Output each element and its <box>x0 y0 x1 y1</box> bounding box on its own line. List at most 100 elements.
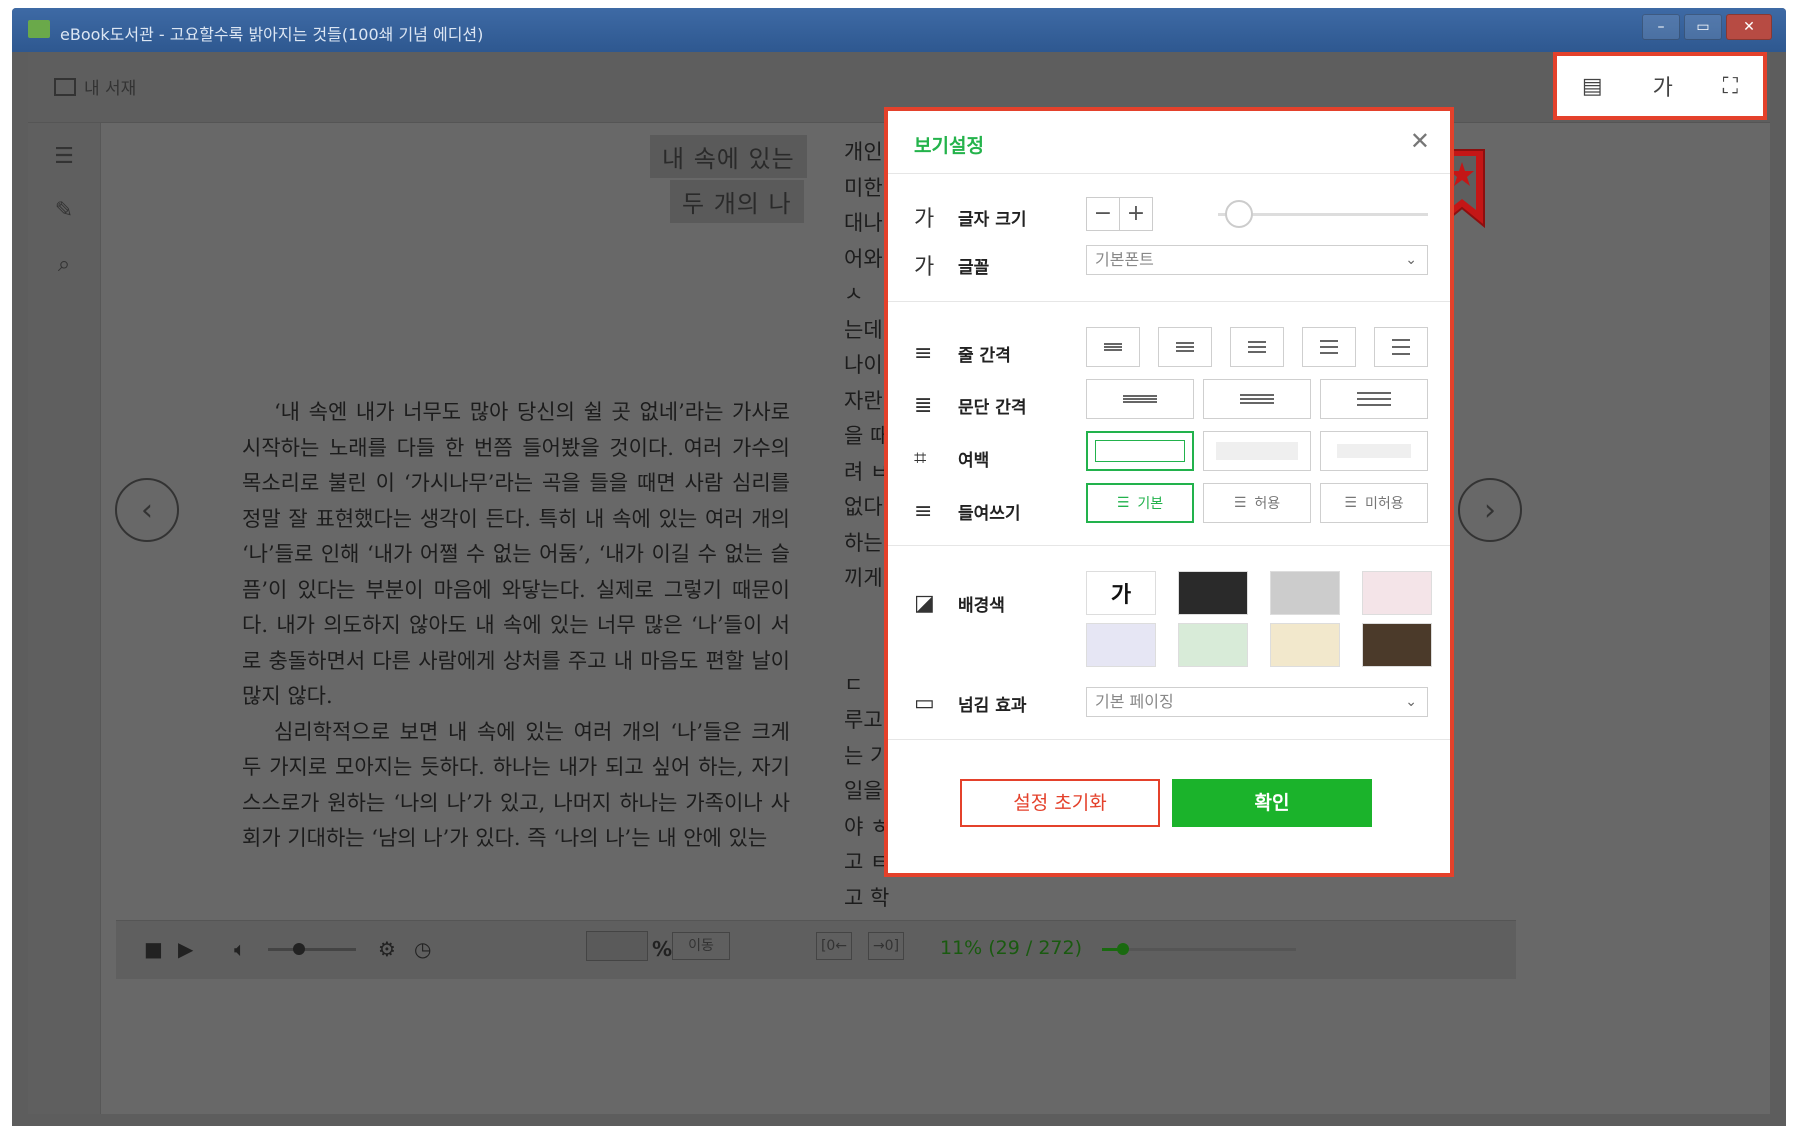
paragraph-spacing-label-group: ≣ 문단 간격 <box>914 393 1026 418</box>
font-select-value: 기본폰트 <box>1095 250 1154 269</box>
next-page-button[interactable]: › <box>1458 478 1522 542</box>
line-spacing-label-group: ≡ 줄 간격 <box>914 341 1011 366</box>
paragraph-spacing-option-1[interactable] <box>1086 379 1194 419</box>
line-spacing-option-4[interactable] <box>1302 327 1356 367</box>
chevron-down-icon: ⌄ <box>1405 694 1417 710</box>
bg-color-swatch[interactable] <box>1178 623 1248 667</box>
volume-knob[interactable] <box>292 943 305 955</box>
prev-chapter-button[interactable]: [0← <box>816 932 852 960</box>
bg-color-swatch[interactable] <box>1178 571 1248 615</box>
margin-1-preview <box>1095 440 1185 462</box>
margin-option-3[interactable] <box>1320 431 1428 471</box>
margin-option-2[interactable] <box>1203 431 1311 471</box>
divider <box>888 739 1450 740</box>
font-size-label-group: 가 글자 크기 <box>914 201 1026 233</box>
app-icon <box>28 20 50 38</box>
line-spacing-4-icon <box>1320 336 1338 358</box>
font-label: 글꼴 <box>958 257 990 278</box>
bg-color-icon: ◪ <box>914 591 935 616</box>
book-paragraph: 심리학적으로 보면 내 속에 있는 여러 개의 ‘나’들은 크게 두 가지로 모… <box>242 719 790 851</box>
line-spacing-label: 줄 간격 <box>958 346 1011 366</box>
memo-icon[interactable]: ✎ <box>50 197 78 225</box>
list-icon[interactable]: ☰ <box>50 143 78 171</box>
page-view-icon[interactable]: ▤ <box>1582 74 1603 99</box>
bg-color-swatch[interactable] <box>1362 623 1432 667</box>
reset-settings-button[interactable]: 설정 초기화 <box>960 779 1160 827</box>
indent-option-label: 허용 <box>1254 496 1281 512</box>
indent-option-label: 미허용 <box>1364 496 1404 512</box>
paragraph-spacing-label: 문단 간격 <box>958 398 1027 418</box>
margin-icon: ⌗ <box>914 446 927 471</box>
window-title: eBook도서관 - 고요할수록 밝아지는 것들(100쇄 기념 에디션) <box>60 25 484 44</box>
bg-color-swatch[interactable] <box>1362 571 1432 615</box>
line-spacing-option-2[interactable] <box>1158 327 1212 367</box>
font-size-decrease-button[interactable]: − <box>1086 197 1120 231</box>
fullscreen-icon[interactable]: ⛶ <box>1723 74 1738 99</box>
close-icon[interactable]: ✕ <box>1410 127 1430 155</box>
page-percent-input[interactable] <box>586 931 648 961</box>
line-spacing-1-icon <box>1104 342 1122 352</box>
book-paragraph: ‘내 속엔 내가 너무도 많아 당신의 쉴 곳 없네’라는 가사로 시작하는 노… <box>242 400 790 708</box>
my-library-label: 내 서재 <box>84 79 137 99</box>
progress-knob[interactable] <box>1117 943 1130 955</box>
font-size-label: 글자 크기 <box>958 209 1027 230</box>
font-size-slider-knob[interactable] <box>1225 200 1253 228</box>
bg-color-label: 배경색 <box>958 596 1005 616</box>
volume-icon[interactable]: 🔈︎ <box>234 937 246 961</box>
font-size-increase-button[interactable]: + <box>1119 197 1153 231</box>
paragraph-spacing-option-2[interactable] <box>1203 379 1311 419</box>
indent-basic-icon: ☰ <box>1116 495 1130 511</box>
chevron-down-icon: ⌄ <box>1405 252 1417 268</box>
next-chapter-button[interactable]: →0] <box>868 932 904 960</box>
page-effect-label: 넘김 효과 <box>958 696 1027 716</box>
dialog-title: 보기설정 <box>914 135 984 157</box>
indent-option-basic[interactable]: ☰ 기본 <box>1086 483 1194 523</box>
search-icon[interactable]: ⌕ <box>50 251 78 279</box>
font-settings-icon[interactable]: 가 <box>1653 70 1673 102</box>
page-effect-label-group: ▭ 넘김 효과 <box>914 691 1026 716</box>
left-sidebar: ☰ ✎ ⌕ <box>28 123 101 1114</box>
minimize-button[interactable]: – <box>1642 14 1680 40</box>
percent-sign: % <box>652 937 673 961</box>
view-tools-group: ▤ 가 ⛶ <box>1553 52 1767 120</box>
line-spacing-3-icon <box>1248 338 1266 356</box>
title-bar: eBook도서관 - 고요할수록 밝아지는 것들(100쇄 기념 에디션) – … <box>12 8 1786 52</box>
paragraph-spacing-3-icon <box>1357 388 1391 410</box>
close-window-button[interactable]: ✕ <box>1726 14 1772 40</box>
window-controls: – ▭ ✕ <box>1638 14 1772 40</box>
maximize-button[interactable]: ▭ <box>1684 14 1722 40</box>
line-spacing-option-5[interactable] <box>1374 327 1428 367</box>
margin-label: 여백 <box>958 451 990 471</box>
chapter-heading-line1: 내 속에 있는 <box>650 135 807 178</box>
indent-option-disallow[interactable]: ☰ 미허용 <box>1320 483 1428 523</box>
bg-color-swatch[interactable]: 가 <box>1086 571 1156 615</box>
paragraph-spacing-option-3[interactable] <box>1320 379 1428 419</box>
indent-disallow-icon: ☰ <box>1344 495 1357 511</box>
my-library-link[interactable]: 내 서재 <box>54 74 136 99</box>
stop-icon[interactable]: ■ <box>144 937 163 961</box>
gear-icon[interactable]: ⚙ <box>378 937 396 961</box>
line-spacing-option-3[interactable] <box>1230 327 1284 367</box>
confirm-button[interactable]: 확인 <box>1172 779 1372 827</box>
margin-option-1[interactable] <box>1086 431 1194 471</box>
page-effect-select[interactable]: 기본 페이징 ⌄ <box>1086 687 1428 717</box>
timer-icon[interactable]: ◷ <box>414 937 431 961</box>
indent-label: 들여쓰기 <box>958 504 1021 524</box>
move-button[interactable]: 이동 <box>672 932 730 960</box>
line-spacing-icon: ≡ <box>914 341 933 366</box>
play-icon[interactable]: ▶ <box>178 937 193 961</box>
font-select[interactable]: 기본폰트 ⌄ <box>1086 245 1428 275</box>
reader-app: 내 서재 ▤ 가 ⛶ ☰ ✎ ⌕ 내 속에 있는 두 개의 나 ‘내 속엔 내가… <box>28 52 1770 1114</box>
chapter-heading-line2: 두 개의 나 <box>670 180 804 223</box>
font-size-icon: 가 <box>914 207 935 232</box>
prev-page-button[interactable]: ‹ <box>115 478 179 542</box>
indent-option-allow[interactable]: ☰ 허용 <box>1203 483 1311 523</box>
volume-slider[interactable] <box>268 948 356 951</box>
bg-color-swatch[interactable] <box>1270 623 1340 667</box>
bg-color-swatch[interactable] <box>1086 623 1156 667</box>
font-label-group: 가 글꼴 <box>914 249 989 281</box>
bg-color-swatch[interactable] <box>1270 571 1340 615</box>
divider <box>888 545 1450 546</box>
line-spacing-option-1[interactable] <box>1086 327 1140 367</box>
progress-track[interactable] <box>1102 948 1296 951</box>
